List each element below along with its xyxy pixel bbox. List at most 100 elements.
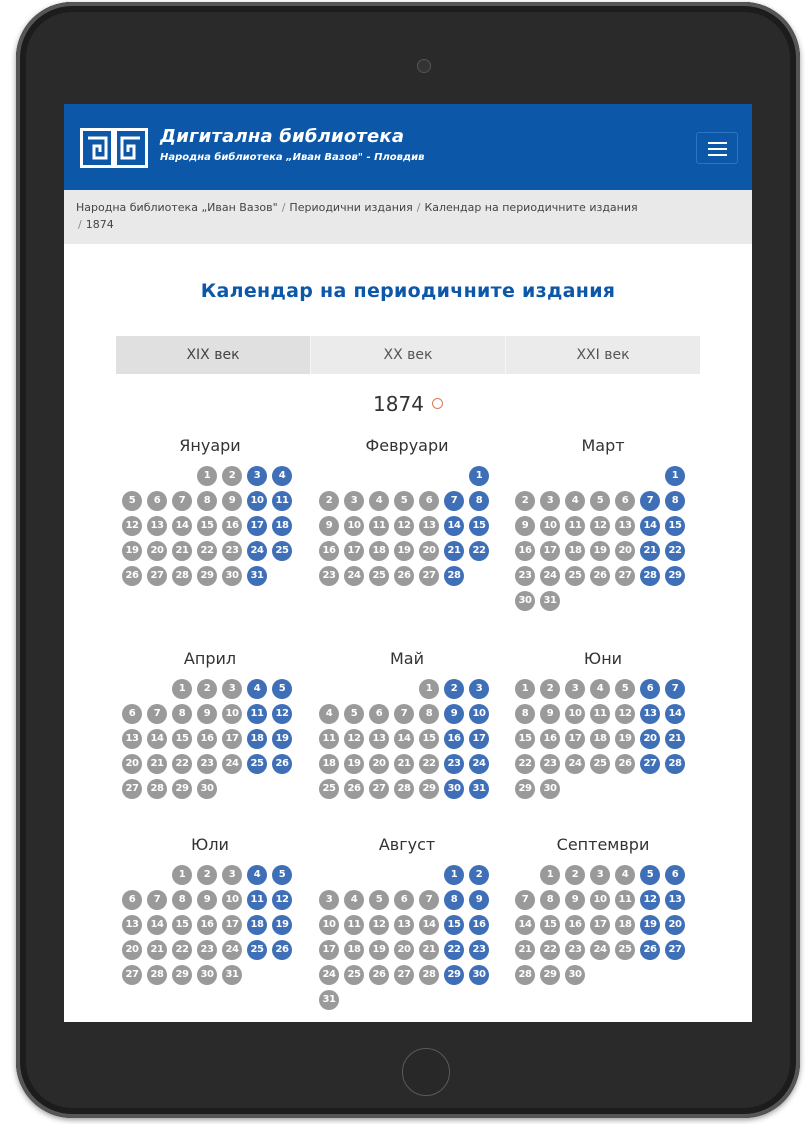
day-available[interactable]: 17 (469, 729, 489, 749)
day-available[interactable]: 21 (640, 541, 660, 561)
day-available[interactable]: 23 (444, 754, 464, 774)
day-available[interactable]: 17 (247, 516, 267, 536)
day-available[interactable]: 1 (469, 466, 489, 486)
day-available[interactable]: 25 (247, 940, 267, 960)
day-available[interactable]: 12 (272, 890, 292, 910)
day-available[interactable]: 21 (665, 729, 685, 749)
day-available[interactable]: 27 (640, 754, 660, 774)
tab-xix-century[interactable]: XIX век (116, 336, 311, 374)
day-available[interactable]: 15 (444, 915, 464, 935)
day-available[interactable]: 5 (272, 679, 292, 699)
day-available[interactable]: 28 (640, 566, 660, 586)
day-available[interactable]: 19 (272, 915, 292, 935)
day-unavailable: 19 (615, 729, 635, 749)
day-available[interactable]: 22 (469, 541, 489, 561)
day-available[interactable]: 26 (640, 940, 660, 960)
day-unavailable: 17 (319, 940, 339, 960)
day-unavailable: 14 (147, 729, 167, 749)
home-button[interactable] (402, 1048, 450, 1096)
day-available[interactable]: 3 (469, 679, 489, 699)
breadcrumb-item-periodicals[interactable]: Периодични издания (289, 201, 412, 214)
day-available[interactable]: 29 (444, 965, 464, 985)
day-available[interactable]: 10 (469, 704, 489, 724)
day-available[interactable]: 14 (444, 516, 464, 536)
day-available[interactable]: 16 (444, 729, 464, 749)
day-unavailable: 6 (122, 890, 142, 910)
day-available[interactable]: 8 (665, 491, 685, 511)
day-available[interactable]: 18 (247, 729, 267, 749)
day-available[interactable]: 23 (469, 940, 489, 960)
day-available[interactable]: 22 (444, 940, 464, 960)
day-available[interactable]: 14 (640, 516, 660, 536)
day-available[interactable]: 25 (272, 541, 292, 561)
day-available[interactable]: 22 (665, 541, 685, 561)
day-available[interactable]: 4 (272, 466, 292, 486)
day-available[interactable]: 31 (469, 779, 489, 799)
day-unavailable: 2 (515, 491, 535, 511)
day-available[interactable]: 19 (640, 915, 660, 935)
day-unavailable: 19 (122, 541, 142, 561)
day-available[interactable]: 26 (272, 754, 292, 774)
day-available[interactable]: 30 (444, 779, 464, 799)
day-available[interactable]: 7 (640, 491, 660, 511)
day-available[interactable]: 4 (247, 865, 267, 885)
day-available[interactable]: 20 (640, 729, 660, 749)
tab-xx-century[interactable]: XX век (311, 336, 506, 374)
day-available[interactable]: 24 (247, 541, 267, 561)
day-available[interactable]: 18 (247, 915, 267, 935)
day-available[interactable]: 15 (469, 516, 489, 536)
day-available[interactable]: 11 (247, 704, 267, 724)
day-available[interactable]: 11 (272, 491, 292, 511)
day-available[interactable]: 5 (640, 865, 660, 885)
day-available[interactable]: 31 (247, 566, 267, 586)
day-available[interactable]: 28 (444, 566, 464, 586)
day-available[interactable]: 5 (272, 865, 292, 885)
day-available[interactable]: 6 (640, 679, 660, 699)
day-available[interactable]: 7 (665, 679, 685, 699)
reset-icon[interactable] (431, 398, 443, 409)
day-available[interactable]: 24 (469, 754, 489, 774)
day-unavailable: 26 (369, 965, 389, 985)
day-available[interactable]: 28 (665, 754, 685, 774)
day-available[interactable]: 26 (272, 940, 292, 960)
site-title[interactable]: Дигитална библиотека (160, 126, 404, 147)
day-available[interactable]: 15 (665, 516, 685, 536)
day-available[interactable]: 9 (444, 704, 464, 724)
day-available[interactable]: 6 (665, 865, 685, 885)
day-available[interactable]: 2 (469, 865, 489, 885)
day-available[interactable]: 13 (665, 890, 685, 910)
tab-xxi-century[interactable]: XXI век (506, 336, 700, 374)
day-available[interactable]: 14 (665, 704, 685, 724)
day-available[interactable]: 9 (469, 890, 489, 910)
day-available[interactable]: 13 (640, 704, 660, 724)
day-available[interactable]: 16 (469, 915, 489, 935)
day-available[interactable]: 29 (665, 566, 685, 586)
day-available[interactable]: 2 (444, 679, 464, 699)
day-available[interactable]: 25 (247, 754, 267, 774)
day-available[interactable]: 1 (665, 466, 685, 486)
book-logo-icon[interactable] (80, 128, 148, 168)
day-available[interactable]: 4 (247, 679, 267, 699)
day-unavailable: 4 (615, 865, 635, 885)
day-available[interactable]: 12 (640, 890, 660, 910)
month-9: Септември 1 2 3 4 5 6 7 8 9 10 11 12 13 14 15 16 17 18 19 20… (505, 833, 701, 985)
day-unavailable: 27 (122, 779, 142, 799)
day-available[interactable]: 3 (247, 466, 267, 486)
day-available[interactable]: 10 (247, 491, 267, 511)
day-available[interactable]: 11 (247, 890, 267, 910)
day-available[interactable]: 21 (444, 541, 464, 561)
day-available[interactable]: 27 (665, 940, 685, 960)
breadcrumb-item-calendar[interactable]: Календар на периодичните издания (424, 201, 637, 214)
day-available[interactable]: 18 (272, 516, 292, 536)
day-available[interactable]: 20 (665, 915, 685, 935)
breadcrumb-item-library[interactable]: Народна библиотека „Иван Вазов" (76, 201, 278, 214)
day-available[interactable]: 8 (444, 890, 464, 910)
day-available[interactable]: 19 (272, 729, 292, 749)
day-available[interactable]: 12 (272, 704, 292, 724)
hamburger-menu-icon[interactable] (696, 132, 738, 164)
day-available[interactable]: 8 (469, 491, 489, 511)
day-available[interactable]: 7 (444, 491, 464, 511)
day-unavailable: 17 (222, 915, 242, 935)
day-available[interactable]: 1 (444, 865, 464, 885)
day-available[interactable]: 30 (469, 965, 489, 985)
